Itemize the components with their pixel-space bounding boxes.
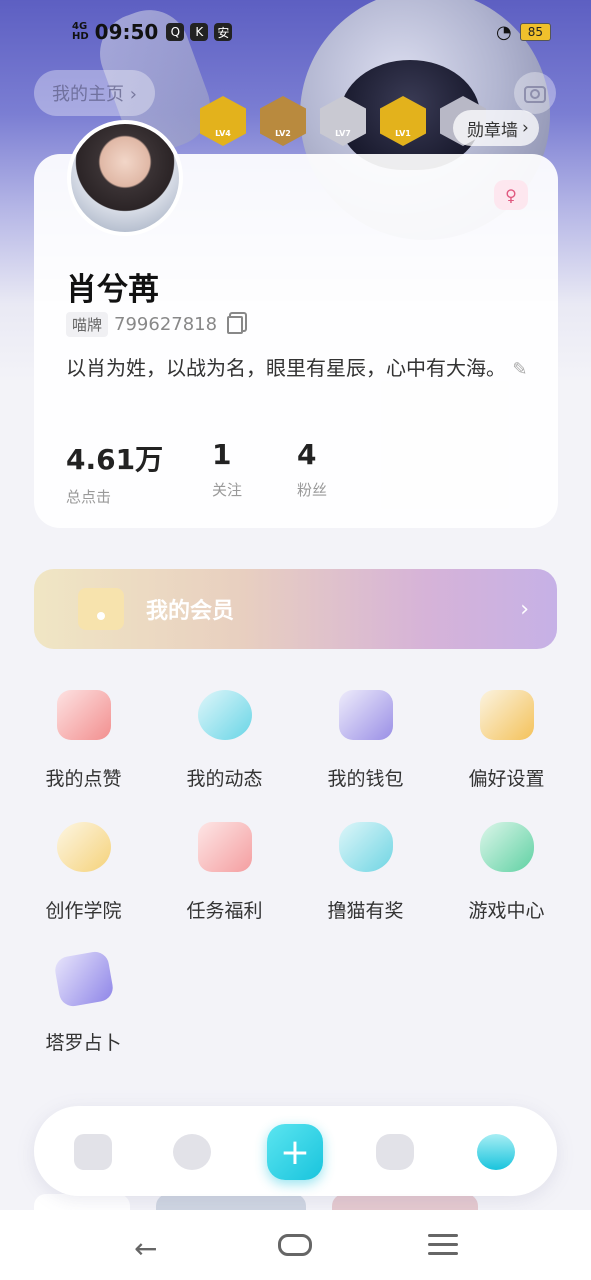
grid-item-likes[interactable]: 我的点赞 [13,690,154,791]
badge-level: LV7 [335,129,351,138]
stat-label: 总点击 [66,488,112,506]
level-badge-icon: LV7 [320,96,366,146]
grid-item-label: 游戏中心 [468,900,545,922]
wallet-icon [338,690,393,740]
user-id: 799627818 [114,314,218,335]
vip-membership-banner[interactable]: 我的会员 › [34,569,557,649]
leaf-icon [197,690,252,740]
profile-nav-icon[interactable] [477,1134,515,1170]
badge-level: LV4 [215,129,231,138]
notification-app-icon: 安 [214,23,233,41]
grid-item-label: 塔罗占卜 [45,1032,122,1054]
grid-item-label: 我的点赞 [45,768,122,790]
id-tag: 喵牌 [66,312,109,337]
badge-level: LV1 [395,129,411,138]
gift-bag-icon [197,822,252,872]
home-nav-icon[interactable] [74,1134,112,1170]
settings-hex-icon [479,690,534,740]
stat-following[interactable]: 1 关注 [212,438,242,500]
wifi-icon: ◔ [496,21,512,43]
grid-item-creator-academy[interactable]: 创作学院 [13,822,154,923]
avatar[interactable] [67,120,183,236]
stat-label: 粉丝 [297,481,328,499]
user-id-row: 喵牌 799627818 [66,312,244,337]
k-app-icon: K [190,23,209,41]
grid-item-label: 偏好设置 [468,768,545,790]
grid-item-task-rewards[interactable]: 任务福利 [154,822,295,923]
grid-item-label: 创作学院 [45,900,122,922]
medal-wall-button[interactable]: 勋章墙 › [453,110,539,146]
tarot-card-icon [52,949,115,1009]
clock: 09:50 [94,20,159,44]
battery-indicator: 85 [519,23,551,41]
my-homepage-link[interactable]: 我的主页 › [34,70,155,116]
badge-level: LV2 [275,129,291,138]
system-navigation-bar: ← [0,1210,591,1280]
stat-value: 4 [297,438,317,471]
stat-value: 4.61万 [66,443,164,476]
grid-item-wallet[interactable]: 我的钱包 [295,690,436,791]
grid-item-game-center[interactable]: 游戏中心 [436,822,577,923]
username: 肖兮苒 [66,272,159,308]
create-plus-button[interactable]: + [267,1124,323,1180]
bio-text: 以肖为姓，以战为名，眼里有星辰，心中有大海。 [66,356,506,380]
heart-icon [56,690,111,740]
copy-icon[interactable] [227,315,244,334]
gamepad-icon [479,822,534,872]
grid-item-label: 我的动态 [186,768,263,790]
medal-wall-label: 勋章墙 [467,120,518,141]
network-sub: HD [72,31,89,42]
stat-label: 关注 [212,481,243,499]
stat-total-clicks[interactable]: 4.61万 总点击 [66,438,163,507]
menu-icon[interactable] [428,1234,458,1261]
q-app-icon: Q [166,23,185,41]
gender-icon: ♀ [494,180,528,210]
stat-value: 1 [212,438,232,471]
stat-followers[interactable]: 4 粉丝 [297,438,327,500]
lightbulb-icon [56,822,111,872]
camera-icon[interactable] [514,72,556,114]
bio[interactable]: 以肖为姓，以战为名，眼里有星辰，心中有大海。 ✎ [66,352,536,386]
grid-item-label: 我的钱包 [327,768,404,790]
back-arrow-icon[interactable]: ← [134,1232,157,1265]
home-pill-icon[interactable] [278,1234,312,1256]
grid-item-label: 撸猫有奖 [327,900,404,922]
network-indicator: 4G HD [72,22,89,42]
badge-row[interactable]: LV4 LV2 LV7 LV1 [200,96,486,146]
grid-item-tarot[interactable]: 塔罗占卜 [13,949,154,1055]
grid-item-cat-rewards[interactable]: 撸猫有奖 [295,822,436,923]
level-badge-icon: LV4 [200,96,246,146]
bottom-navigation-bar: + [34,1106,557,1196]
cat-icon [338,822,393,872]
chevron-right-icon: › [520,596,529,622]
level-badge-icon: LV1 [380,96,426,146]
vip-label: 我的会员 [146,599,235,624]
level-badge-icon: LV2 [260,96,306,146]
status-bar: 4G HD 09:50 Q K 安 ◔ 85 [0,0,591,64]
discover-nav-icon[interactable] [173,1134,211,1170]
messages-nav-icon[interactable] [376,1134,414,1170]
grid-item-preferences[interactable]: 偏好设置 [436,690,577,791]
crown-icon [78,588,124,630]
chevron-right-icon: › [522,118,529,138]
grid-item-label: 任务福利 [186,900,263,922]
edit-pencil-icon[interactable]: ✎ [512,359,527,380]
grid-item-posts[interactable]: 我的动态 [154,690,295,791]
